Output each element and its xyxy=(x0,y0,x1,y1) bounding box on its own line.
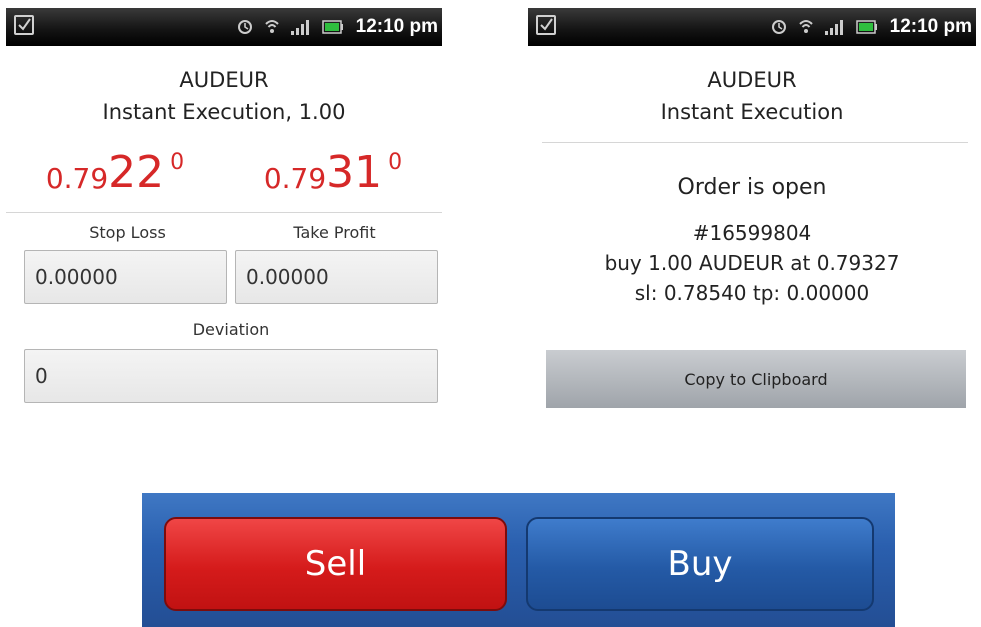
signal-icon xyxy=(290,20,309,35)
status-bar: 12:10 pm xyxy=(6,8,442,46)
alarm-icon xyxy=(771,20,786,34)
notification-check-icon xyxy=(14,15,34,35)
copy-to-clipboard-button[interactable]: Copy to Clipboard xyxy=(546,350,966,408)
execution-mode: Instant Execution xyxy=(660,100,844,124)
deviation-label: Deviation xyxy=(192,320,270,339)
bid-price: 0.79 22 0 xyxy=(46,148,184,198)
bid-pipette: 0 xyxy=(170,150,185,175)
wifi-icon xyxy=(264,20,279,33)
ask-big-digits: 31 xyxy=(326,147,383,198)
bid-big-digits: 22 xyxy=(108,147,165,198)
order-screen-right: 12:10 pm AUDEUR Instant Execution Order … xyxy=(528,8,976,408)
notification-check-icon xyxy=(536,15,556,35)
symbol-title: AUDEUR xyxy=(179,68,269,92)
ask-price: 0.79 31 0 xyxy=(264,148,402,198)
alarm-icon xyxy=(237,20,252,34)
take-profit-label: Take Profit xyxy=(293,223,376,242)
action-bar: Sell Buy xyxy=(142,493,895,627)
battery-icon xyxy=(321,20,343,34)
battery-icon xyxy=(855,20,877,34)
signal-icon xyxy=(824,20,843,35)
status-time: 12:10 pm xyxy=(355,16,438,37)
stop-loss-input[interactable]: 0.00000 xyxy=(24,250,227,304)
execution-mode: Instant Execution, 1.00 xyxy=(102,100,346,124)
divider xyxy=(542,142,968,143)
symbol-title: AUDEUR xyxy=(707,68,797,92)
order-screen-left: 12:10 pm AUDEUR Instant Execution, 1.00 … xyxy=(6,8,442,403)
take-profit-input[interactable]: 0.00000 xyxy=(235,250,438,304)
wifi-icon xyxy=(798,20,813,33)
stop-loss-label: Stop Loss xyxy=(89,223,166,242)
buy-button[interactable]: Buy xyxy=(526,517,874,611)
bid-prefix: 0.79 xyxy=(45,162,109,195)
divider xyxy=(6,212,442,213)
status-bar: 12:10 pm xyxy=(528,8,976,46)
order-status: Order is open xyxy=(677,175,827,200)
quote-prices: 0.79 22 0 0.79 31 0 xyxy=(6,148,442,198)
order-sl-tp: sl: 0.78540 tp: 0.00000 xyxy=(634,281,870,305)
status-time: 12:10 pm xyxy=(889,16,972,37)
ask-prefix: 0.79 xyxy=(263,162,327,195)
ask-pipette: 0 xyxy=(388,150,403,175)
order-summary: buy 1.00 AUDEUR at 0.79327 xyxy=(604,251,900,275)
deviation-input[interactable]: 0 xyxy=(24,349,438,403)
order-ticket: #16599804 xyxy=(692,221,812,245)
sell-button[interactable]: Sell xyxy=(164,517,507,611)
